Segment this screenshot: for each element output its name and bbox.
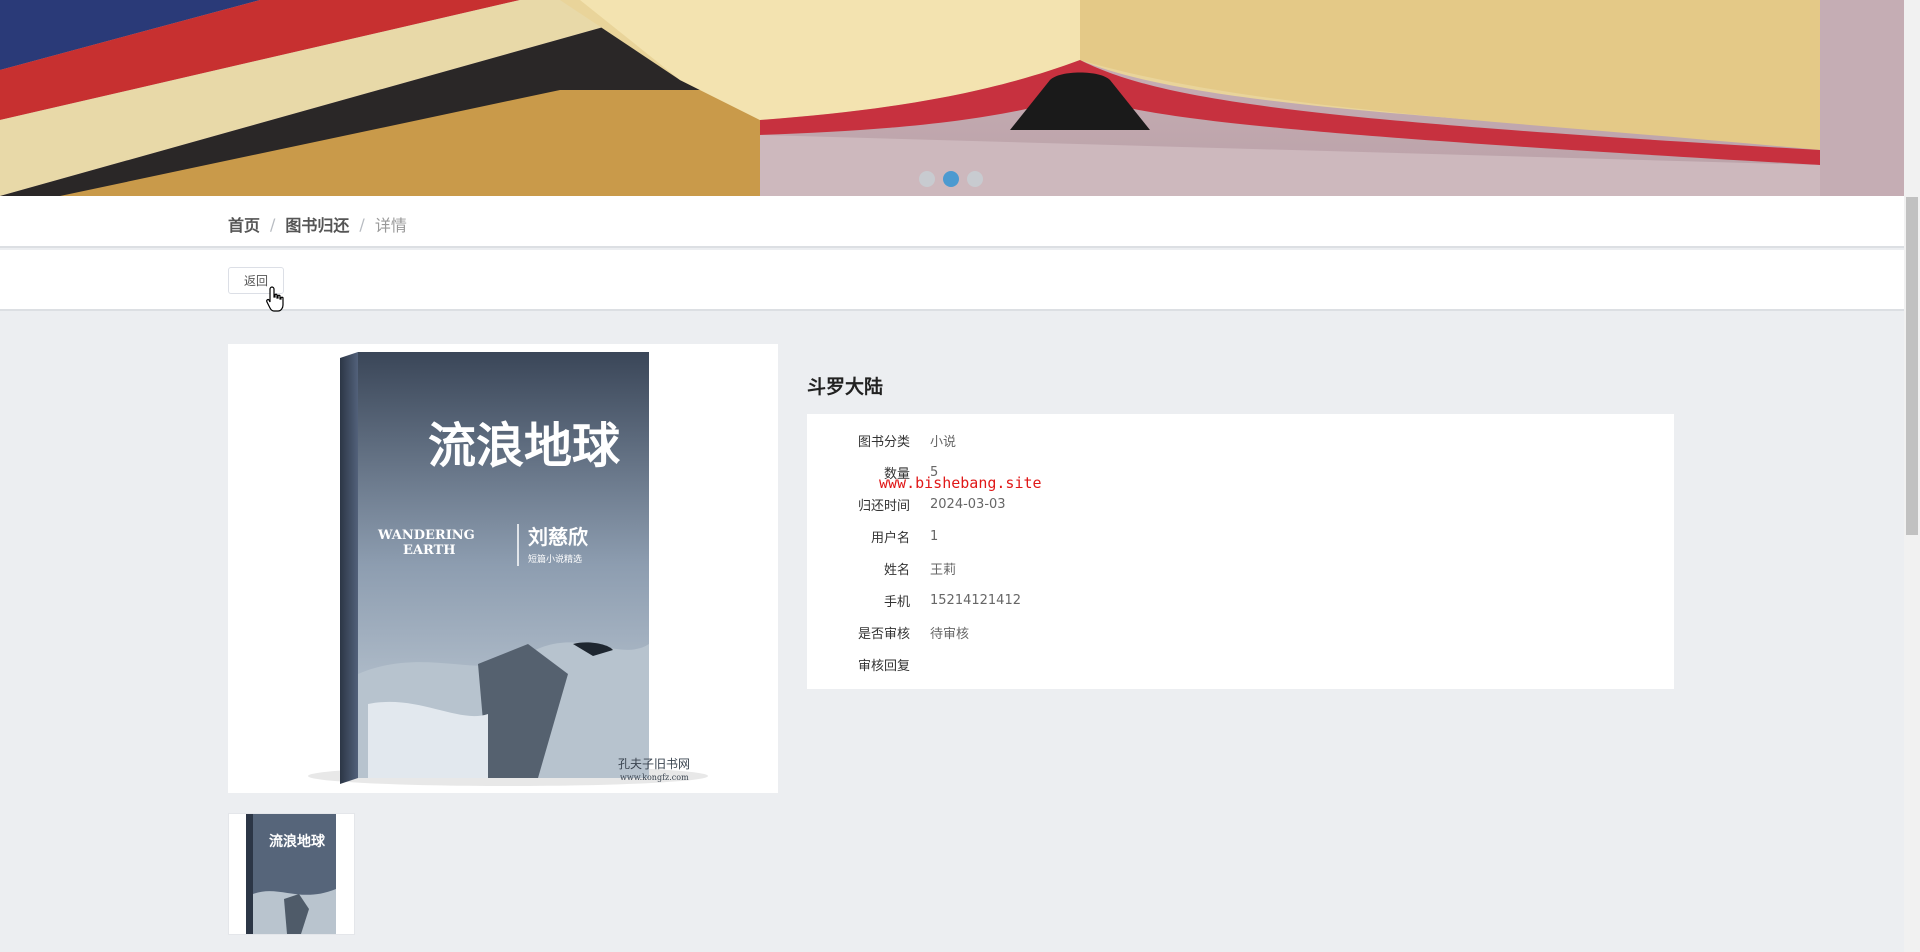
banner-book-image xyxy=(0,0,1904,196)
carousel-dot-3[interactable] xyxy=(967,171,983,187)
book-cover-illustration: 流浪地球 WANDERING EARTH 刘慈欣 短篇小说精选 孔夫子旧书网 w… xyxy=(308,352,708,786)
thumbnail-title: 流浪地球 xyxy=(269,833,326,850)
breadcrumb-current: 详情 xyxy=(374,216,407,235)
breadcrumb-separator: / xyxy=(270,214,276,234)
breadcrumb-bar: 首页 / 图书归还 / 详情 xyxy=(0,196,1904,248)
detail-row-category: 图书分类 小说 xyxy=(807,424,1674,456)
field-value: 1 xyxy=(930,528,939,544)
field-value: 2024-03-03 xyxy=(930,496,1006,512)
carousel-dots xyxy=(919,171,983,187)
detail-row-name: 姓名 王莉 xyxy=(807,552,1674,584)
field-label: 用户名 xyxy=(870,530,910,546)
site-watermark: www.bishebang.site xyxy=(879,474,1042,492)
hand-cursor-icon xyxy=(266,286,284,312)
field-label: 手机 xyxy=(883,594,910,610)
detail-row-review-status: 是否审核 待审核 xyxy=(807,616,1674,648)
carousel-dot-1[interactable] xyxy=(919,171,935,187)
hero-banner xyxy=(0,0,1904,196)
detail-row-phone: 手机 15214121412 xyxy=(807,584,1674,616)
thumbnail-illustration: 流浪地球 xyxy=(246,814,336,934)
page-scrollbar[interactable] xyxy=(1904,0,1920,952)
field-value: 王莉 xyxy=(930,562,957,578)
field-label: 姓名 xyxy=(883,562,910,578)
breadcrumb-home[interactable]: 首页 xyxy=(228,212,260,236)
scrollbar-thumb[interactable] xyxy=(1906,197,1918,535)
book-cover-main: 流浪地球 WANDERING EARTH 刘慈欣 短篇小说精选 孔夫子旧书网 w… xyxy=(228,344,778,793)
field-label: 审核回复 xyxy=(857,658,910,674)
detail-info-panel: 图书分类 小说 数量 5 归还时间 2024-03-03 用户名 1 姓名 王莉… xyxy=(807,414,1674,689)
field-label: 是否审核 xyxy=(857,626,910,642)
action-bar: 返回 xyxy=(0,250,1904,311)
cover-title-en-1: WANDERING xyxy=(377,528,475,543)
field-label: 图书分类 xyxy=(857,434,910,450)
cover-title-en-2: EARTH xyxy=(403,543,456,558)
field-label: 归还时间 xyxy=(857,498,910,514)
field-value: 待审核 xyxy=(930,626,970,642)
field-value: 15214121412 xyxy=(930,592,1021,608)
detail-row-return-time: 归还时间 2024-03-03 xyxy=(807,488,1674,520)
carousel-dot-2[interactable] xyxy=(943,171,959,187)
cover-publisher-mark: 孔夫子旧书网 xyxy=(618,757,690,771)
cover-site-mark: www.kongfz.com xyxy=(620,773,689,782)
detail-row-username: 用户名 1 xyxy=(807,520,1674,552)
breadcrumb: 首页 / 图书归还 / 详情 xyxy=(228,212,407,236)
cover-subtitle: 短篇小说精选 xyxy=(528,553,582,565)
cover-title-cn: 流浪地球 xyxy=(428,418,621,474)
book-title: 斗罗大陆 xyxy=(807,376,884,398)
cover-author: 刘慈欣 xyxy=(528,525,588,549)
field-value: 小说 xyxy=(930,434,957,450)
breadcrumb-section[interactable]: 图书归还 xyxy=(285,212,349,236)
breadcrumb-separator: / xyxy=(359,214,365,234)
detail-row-review-reply: 审核回复 xyxy=(807,648,1674,680)
book-cover-thumbnail[interactable]: 流浪地球 xyxy=(228,813,355,935)
